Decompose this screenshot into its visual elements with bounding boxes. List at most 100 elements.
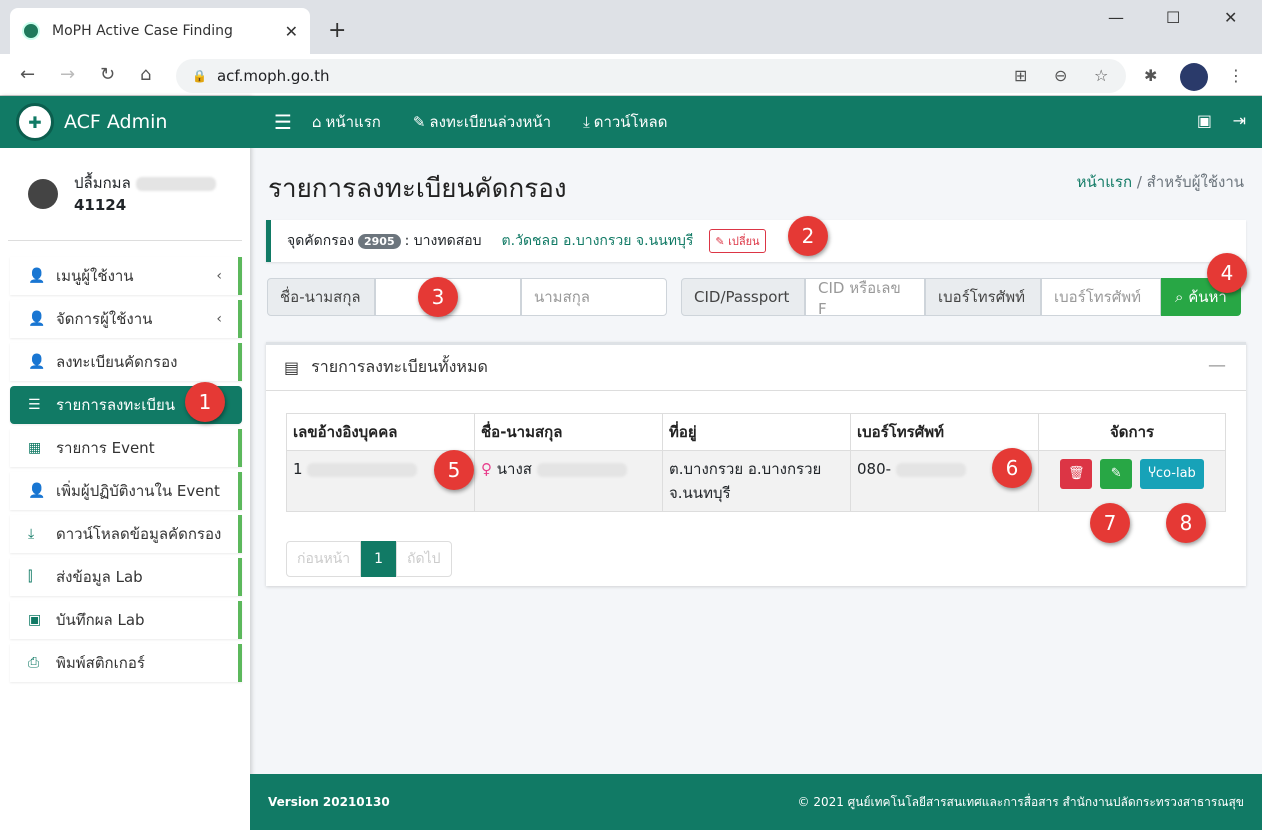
next-page-button[interactable]: ถัดไป [396, 541, 452, 577]
sidebar-item-register-screening[interactable]: 👤 ลงทะเบียนคัดกรอง [10, 343, 242, 381]
calendar-check-icon: ▦ [28, 440, 42, 456]
sidebar-item-label: เมนูผู้ใช้งาน [56, 267, 134, 285]
prev-page-button[interactable]: ก่อนหน้า [286, 541, 362, 577]
extensions-icon[interactable]: ✱ [1144, 66, 1157, 85]
user-edit-icon: 👤 [28, 354, 46, 370]
colab-label: co-lab [1155, 466, 1196, 481]
minimize-icon[interactable]: — [1108, 8, 1124, 27]
sidebar-item-manage-users[interactable]: 👤 จัดการผู้ใช้งาน ‹ [10, 300, 242, 338]
address-bar[interactable]: 🔒 acf.moph.go.th [176, 59, 1126, 93]
browser-menu-icon[interactable]: ⋮ [1228, 66, 1244, 85]
bookmark-star-icon[interactable]: ☆ [1094, 66, 1108, 85]
nav-download-link[interactable]: ⤓ ดาวน์โหลด [583, 110, 667, 134]
browser-chrome: MoPH Active Case Finding ✕ + — ☐ ✕ ← → ↻… [0, 0, 1262, 96]
callout-marker-6: 6 [992, 448, 1032, 488]
sidebar-item-download-screening[interactable]: ⤓ ดาวน์โหลดข้อมูลคัดกรอง [10, 515, 242, 553]
profile-avatar-icon[interactable] [1180, 63, 1208, 91]
user-avatar-icon [28, 179, 58, 209]
sidebar-item-event-list[interactable]: ▦ รายการ Event [10, 429, 242, 467]
clipboard-check-icon: ▣ [28, 612, 42, 628]
blurred-text [135, 176, 216, 191]
user-id: 41124 [74, 196, 127, 214]
user-icon: 👤 [28, 268, 46, 284]
edit-button[interactable]: ✎ [1100, 459, 1133, 489]
col-address: ที่อยู่ [662, 413, 851, 451]
hamburger-menu-icon[interactable]: ☰ [274, 110, 292, 134]
cell-address: ต.บางกรวย อ.บางกรวย จ.นนทบุรี [662, 450, 851, 512]
download-icon: ⤓ [583, 113, 590, 131]
zoom-icon[interactable]: ⊖ [1054, 66, 1067, 85]
close-window-icon[interactable]: ✕ [1224, 8, 1237, 27]
sidebar-item-add-event-staff[interactable]: 👤 เพิ่มผู้ปฏิบัติงานใน Event [10, 472, 242, 510]
phone-label: เบอร์โทรศัพท์ [925, 278, 1041, 316]
chevron-left-icon: ‹ [216, 268, 222, 284]
cid-input[interactable]: CID หรือเลข F [805, 278, 925, 318]
moph-logo-icon: ✚ [16, 103, 54, 141]
id-search-group: CID/Passport CID หรือเลข F เบอร์โทรศัพท์… [681, 278, 1241, 318]
sidebar-item-label: ดาวน์โหลดข้อมูลคัดกรอง [56, 525, 222, 543]
user-name: ปลื้มกมล [74, 174, 131, 192]
tab-title: MoPH Active Case Finding [52, 23, 233, 39]
callout-marker-5: 5 [434, 450, 474, 490]
callout-marker-1: 1 [185, 382, 225, 422]
trash-icon: 🗑 [1067, 466, 1085, 481]
colab-button[interactable]: Ⴤco-lab [1140, 459, 1204, 489]
collapse-icon[interactable]: — [1208, 355, 1226, 376]
col-ref: เลขอ้างอิงบุคคล [286, 413, 475, 451]
blurred-text [895, 462, 966, 477]
close-tab-icon[interactable]: ✕ [285, 22, 298, 41]
brand-title: ACF Admin [64, 111, 168, 133]
translate-icon[interactable]: ⊞ [1014, 66, 1027, 85]
sidebar-item-label: พิมพ์สติกเกอร์ [56, 654, 145, 672]
home-icon: ⌂ [311, 113, 322, 131]
nav-home-link[interactable]: ⌂ หน้าแรก [312, 110, 381, 134]
sidebar-item-record-lab[interactable]: ▣ บันทึกผล Lab [10, 601, 242, 639]
sidebar-item-print-sticker[interactable]: ⎙ พิมพ์สติกเกอร์ [10, 644, 242, 682]
seedling-icon: Ⴤ [1148, 466, 1156, 481]
cid-label: CID/Passport [681, 278, 805, 316]
chevron-left-icon: ‹ [216, 311, 222, 327]
screening-site-info: จุดคัดกรอง 2905 : บางทดสอบ ต.วัดชลอ อ.บา… [266, 220, 1246, 262]
blurred-text [536, 462, 627, 477]
sidebar-item-send-lab[interactable]: ⫿ ส่งข้อมูล Lab [10, 558, 242, 596]
browser-tab[interactable]: MoPH Active Case Finding ✕ [10, 8, 310, 54]
pencil-icon: ✎ [412, 113, 426, 131]
footer: Version 20210130 © 2021 ศูนย์เทคโนโลยีสา… [250, 774, 1262, 830]
ref-value: 1 [293, 460, 303, 478]
id-badge-icon[interactable]: ▣ [1197, 111, 1212, 130]
nav-preregister-label: ลงทะเบียนล่วงหน้า [429, 113, 552, 131]
sidebar-item-user-menu[interactable]: 👤 เมนูผู้ใช้งาน ‹ [10, 257, 242, 295]
pagination: ก่อนหน้า 1 ถัดไป [286, 541, 452, 577]
lastname-input[interactable]: นามสกุล [521, 278, 667, 316]
page-title: รายการลงทะเบียนคัดกรอง [268, 174, 567, 204]
phone-input[interactable]: เบอร์โทรศัพท์ [1041, 278, 1161, 316]
col-actions: จัดการ [1038, 413, 1226, 451]
back-icon[interactable]: ← [20, 64, 35, 85]
search-icon: ⌕ [1175, 288, 1184, 306]
nav-preregister-link[interactable]: ✎ ลงทะเบียนล่วงหน้า [413, 110, 551, 134]
callout-marker-4: 4 [1207, 253, 1247, 293]
new-tab-icon[interactable]: + [328, 18, 346, 43]
maximize-icon[interactable]: ☐ [1166, 8, 1180, 27]
printer-icon: ⎙ [28, 655, 40, 671]
cell-actions: 🗑 ✎ Ⴤco-lab [1038, 450, 1226, 512]
lock-icon: 🔒 [192, 69, 207, 83]
home-icon[interactable]: ⌂ [140, 64, 151, 85]
card-header: ▤ รายการลงทะเบียนทั้งหมด — [266, 345, 1246, 391]
download-icon: ⤓ [28, 526, 35, 542]
page-1-button[interactable]: 1 [361, 541, 397, 577]
delete-button[interactable]: 🗑 [1060, 459, 1093, 489]
site-label: จุดคัดกรอง [287, 233, 354, 249]
brand[interactable]: ✚ ACF Admin [0, 96, 250, 148]
reload-icon[interactable]: ↻ [100, 64, 115, 85]
site-code-badge: 2905 [358, 233, 401, 249]
breadcrumb: หน้าแรก / สำหรับผู้ใช้งาน [1077, 170, 1244, 194]
user-edit-icon: 👤 [28, 311, 46, 327]
version-text: Version 20210130 [268, 795, 390, 809]
breadcrumb-home-link[interactable]: หน้าแรก [1077, 173, 1132, 191]
logout-icon[interactable]: ⇥ [1233, 111, 1246, 130]
top-navbar: ☰ ⌂ หน้าแรก ✎ ลงทะเบียนล่วงหน้า ⤓ ดาวน์โหลด… [250, 96, 1262, 148]
forward-icon[interactable]: → [60, 64, 75, 85]
change-site-label: เปลี่ยน [728, 235, 760, 248]
change-site-button[interactable]: ✎ เปลี่ยน [709, 229, 766, 253]
